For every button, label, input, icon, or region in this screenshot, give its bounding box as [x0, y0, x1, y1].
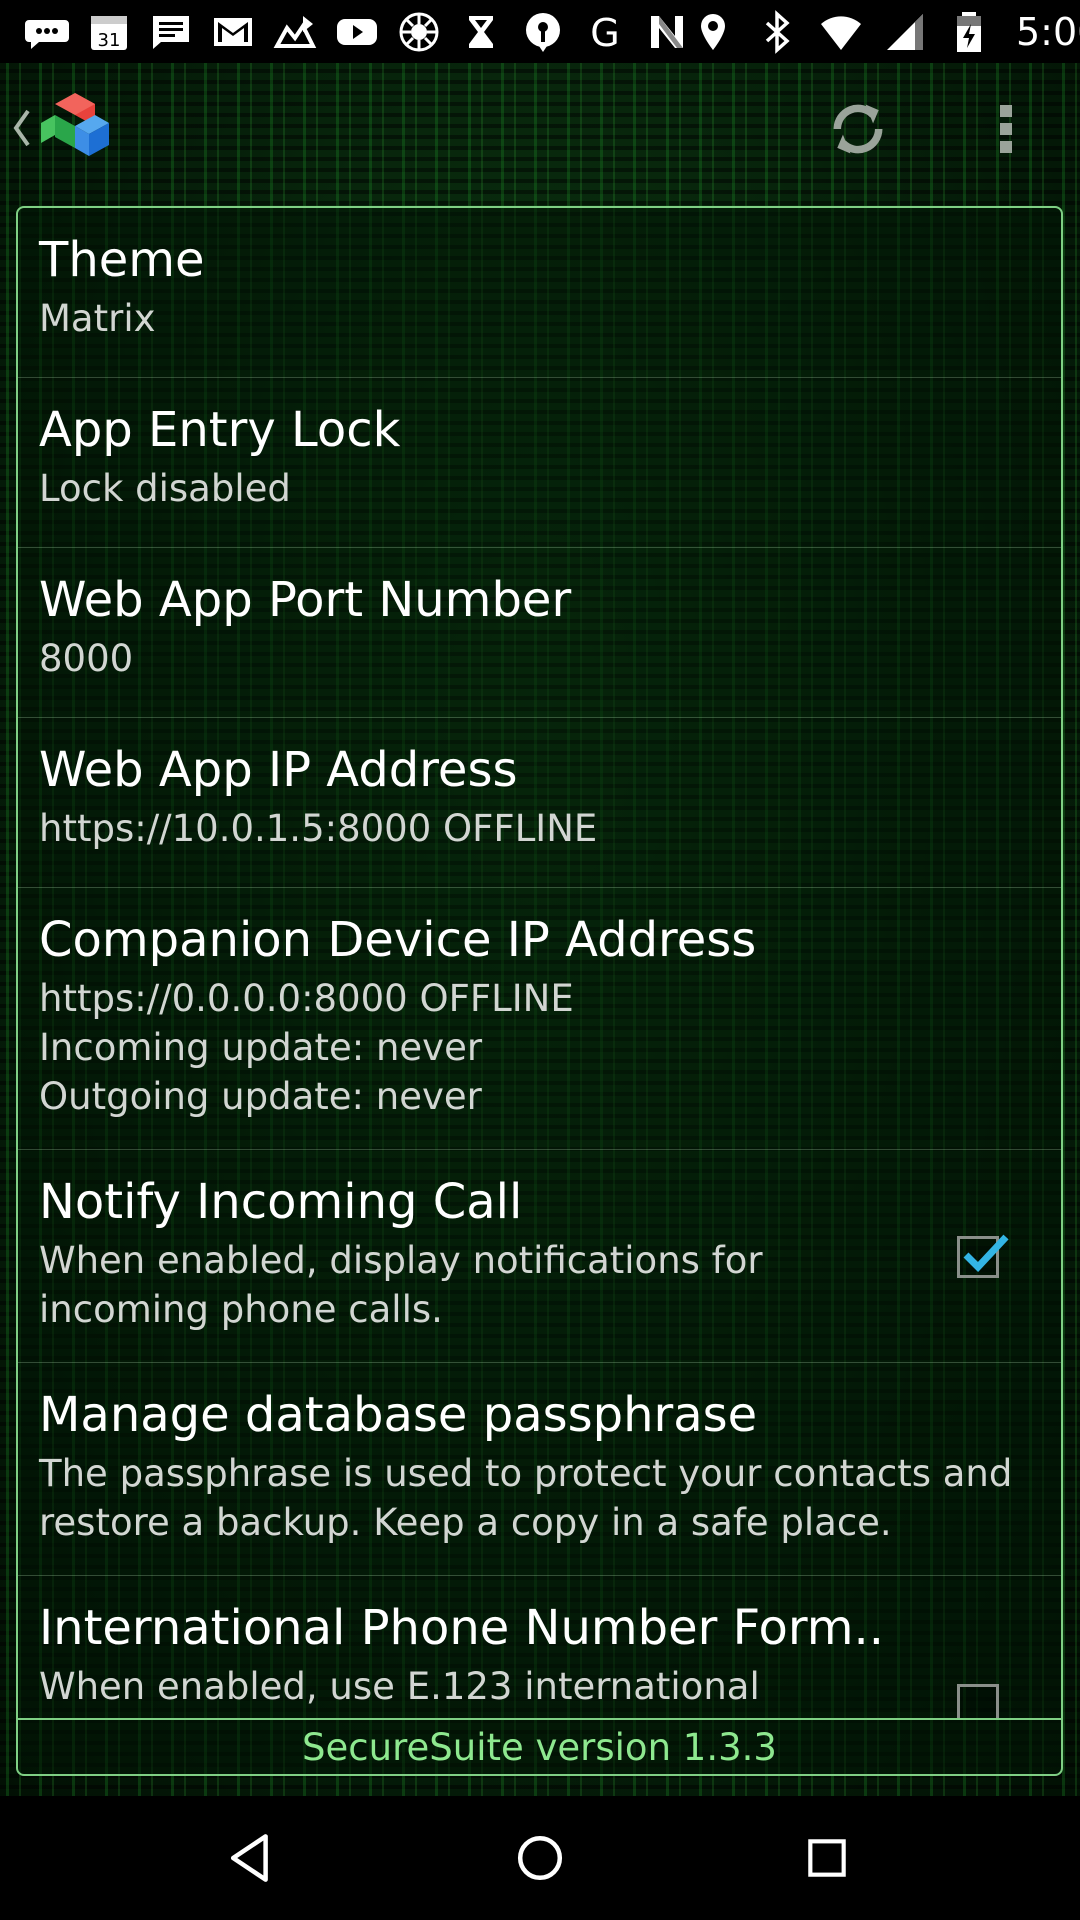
- pref-title: Web App IP Address: [39, 742, 518, 798]
- version-footer: SecureSuite version 1.3.3: [18, 1718, 1061, 1774]
- settings-panel: Theme Matrix App Entry Lock Lock disable…: [16, 206, 1063, 1776]
- recents-icon: [807, 1839, 846, 1877]
- back-icon: [231, 1834, 269, 1882]
- pref-notify-incoming-call[interactable]: Notify Incoming Call When enabled, displ…: [18, 1150, 1061, 1363]
- pref-summary: 8000: [39, 637, 134, 680]
- status-bar: 31 G 5:0: [0, 0, 1080, 63]
- pref-summary: https://10.0.1.5:8000 OFFLINE: [39, 807, 598, 850]
- n-icon: [644, 9, 690, 55]
- refresh-button[interactable]: [824, 95, 892, 163]
- messages-icon: [24, 9, 70, 55]
- google-icon: G: [582, 9, 628, 55]
- app-logo-icon[interactable]: [38, 91, 112, 165]
- notify-incoming-call-checkbox[interactable]: [957, 1234, 1009, 1278]
- back-button[interactable]: [208, 1813, 298, 1903]
- chat-icon: [148, 9, 194, 55]
- svg-text:G: G: [590, 11, 619, 54]
- battery-icon: [946, 9, 992, 55]
- home-icon: [517, 1835, 563, 1881]
- hourglass-icon: [458, 9, 504, 55]
- pref-title: Notify Incoming Call: [39, 1174, 523, 1230]
- pref-title: Manage database passphrase: [39, 1387, 758, 1443]
- pref-summary: Matrix: [39, 297, 156, 340]
- pref-theme[interactable]: Theme Matrix: [18, 208, 1061, 378]
- pref-title: Companion Device IP Address: [39, 912, 757, 968]
- pref-web-app-port[interactable]: Web App Port Number 8000: [18, 548, 1061, 718]
- pref-title: App Entry Lock: [39, 402, 401, 458]
- calendar-icon: 31: [86, 9, 132, 55]
- pref-title: Theme: [39, 232, 205, 288]
- signal-icon: [882, 9, 928, 55]
- keyhole-icon: [520, 9, 566, 55]
- pref-title: Web App Port Number: [39, 572, 572, 628]
- aperture-icon: [396, 9, 442, 55]
- pref-title: International Phone Number Form..: [39, 1600, 885, 1656]
- youtube-icon: [334, 9, 380, 55]
- up-chevron-icon[interactable]: [8, 103, 34, 153]
- pref-international-phone-format[interactable]: International Phone Number Form.. When e…: [18, 1576, 1061, 1720]
- pref-manage-database-passphrase[interactable]: Manage database passphrase The passphras…: [18, 1363, 1061, 1576]
- pref-web-app-ip[interactable]: Web App IP Address https://10.0.1.5:8000…: [18, 718, 1061, 888]
- wifi-icon: [818, 9, 864, 55]
- checkmark-icon: [963, 1234, 1009, 1273]
- notification-icons: 31 G: [24, 9, 690, 55]
- pref-companion-device-ip[interactable]: Companion Device IP Address https://0.0.…: [18, 888, 1061, 1150]
- preference-list[interactable]: Theme Matrix App Entry Lock Lock disable…: [18, 208, 1061, 1720]
- pref-summary: When enabled, use E.123 international: [39, 1665, 760, 1708]
- gmail-icon: [210, 9, 256, 55]
- pref-summary: The passphrase is used to protect your c…: [39, 1452, 1013, 1544]
- international-format-checkbox[interactable]: [957, 1684, 999, 1720]
- refresh-icon: [833, 104, 883, 154]
- home-button[interactable]: [495, 1813, 585, 1903]
- overflow-menu-button[interactable]: [986, 95, 1026, 163]
- directions-icon: [272, 9, 318, 55]
- pref-summary: https://0.0.0.0:8000 OFFLINE Incoming up…: [39, 977, 574, 1118]
- pref-summary: Lock disabled: [39, 467, 291, 510]
- recents-button[interactable]: [782, 1813, 872, 1903]
- system-icons: 5:00: [690, 9, 1080, 55]
- overflow-menu-icon: [1000, 105, 1012, 153]
- location-icon: [690, 9, 736, 55]
- calendar-day: 31: [98, 30, 121, 51]
- navigation-bar: [0, 1796, 1080, 1920]
- bluetooth-icon: [754, 9, 800, 55]
- status-time: 5:00: [1016, 9, 1080, 54]
- action-bar: [0, 63, 1080, 203]
- pref-app-entry-lock[interactable]: App Entry Lock Lock disabled: [18, 378, 1061, 548]
- pref-summary: When enabled, display notifications for …: [39, 1239, 763, 1331]
